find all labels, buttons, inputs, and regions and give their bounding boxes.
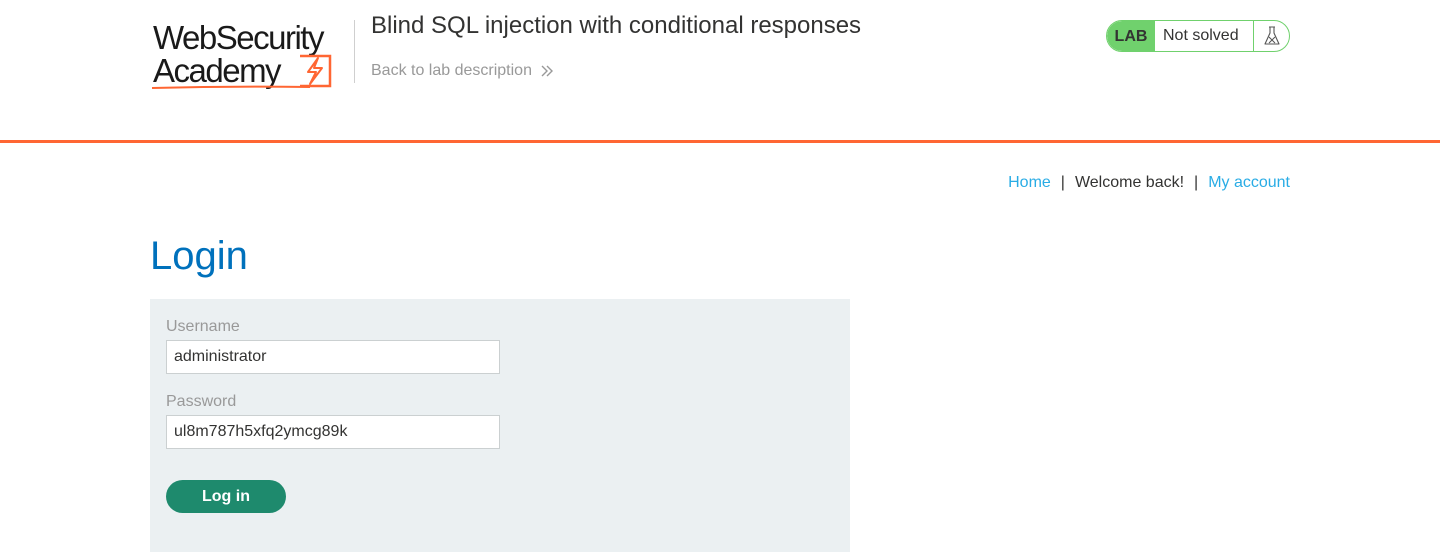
- lab-badge: LAB: [1107, 21, 1155, 51]
- lab-solved-status: Not solved: [1163, 27, 1239, 44]
- login-form: Username Password Log in: [150, 299, 850, 552]
- double-chevron-right-icon: [541, 65, 553, 77]
- logo-text-line2: Academy: [153, 52, 282, 89]
- lab-status-widget: LAB Not solved: [1106, 20, 1290, 52]
- site-header: WebSecurity Academy Blind SQL injection …: [0, 0, 1440, 143]
- nav-separator: |: [1194, 174, 1199, 191]
- username-label: Username: [166, 318, 240, 335]
- logo-text-line1: WebSecurity: [153, 19, 325, 56]
- lab-title: Blind SQL injection with conditional res…: [371, 12, 862, 39]
- nav-my-account-link[interactable]: My account: [1208, 174, 1290, 192]
- web-security-academy-logo[interactable]: WebSecurity Academy: [150, 16, 354, 92]
- password-label: Password: [166, 393, 237, 410]
- logo-bolt-icon: [307, 57, 323, 85]
- welcome-message: Welcome back!: [1074, 174, 1185, 191]
- header-divider: [354, 20, 355, 83]
- login-button[interactable]: Log in: [166, 480, 286, 513]
- password-input[interactable]: [166, 415, 500, 449]
- nav-separator: |: [1060, 174, 1065, 191]
- top-navigation: Home | Welcome back! | My account: [1008, 174, 1290, 192]
- back-link-label: Back to lab description: [371, 62, 532, 79]
- flask-icon: [1253, 21, 1289, 51]
- username-input[interactable]: [166, 340, 500, 374]
- page-title: Login: [150, 234, 248, 278]
- back-to-lab-description-link[interactable]: Back to lab description: [371, 62, 554, 80]
- nav-home-link[interactable]: Home: [1008, 174, 1051, 192]
